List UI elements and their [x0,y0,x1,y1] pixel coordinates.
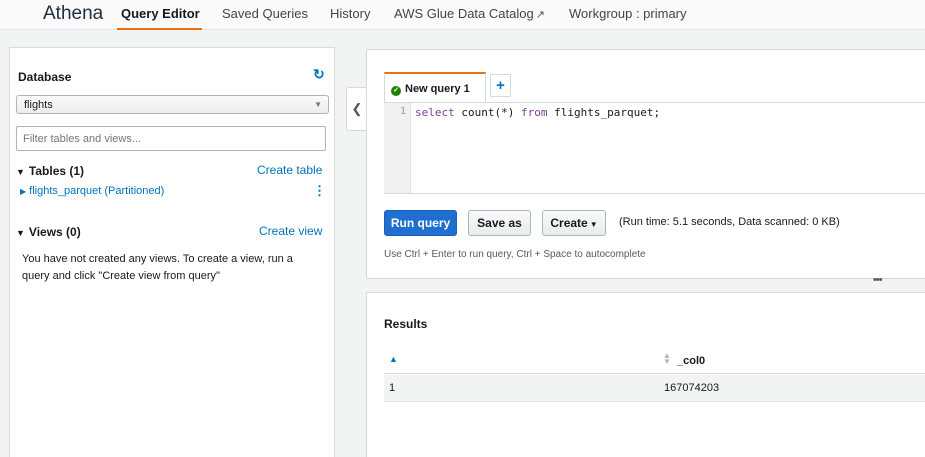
database-heading: Database [18,70,72,84]
database-sidebar: Database ↻ flights ▼ ▼Tables (1) Create … [9,47,335,457]
table-cell: 167074203 [664,382,720,394]
results-heading: Results [384,317,428,331]
no-views-message: You have not created any views. To creat… [22,253,293,282]
more-options-icon[interactable]: ⋮ [313,183,326,199]
sql-code-line: select count(*) from flights_parquet; [415,106,660,119]
views-section-toggle[interactable]: ▼ Views (0) [16,225,81,239]
app-brand: Athena [43,3,104,24]
chevron-down-icon: ▼ [589,220,598,229]
caret-down-icon: ▼ [16,228,25,238]
create-table-link[interactable]: Create table [257,163,322,177]
resize-handle-icon[interactable]: ••• [873,274,883,286]
run-query-button[interactable]: Run query [384,210,457,236]
add-query-tab-button[interactable]: + [490,74,511,97]
tab-glue-data-catalog[interactable]: AWS Glue Data Catalog ↗ [394,6,545,21]
glue-catalog-label: AWS Glue Data Catalog [394,6,534,21]
tab-history[interactable]: History [330,6,370,21]
sql-text: count(*) [454,106,521,119]
column-header[interactable]: _col0 [677,355,705,367]
run-stats: (Run time: 5.1 seconds, Data scanned: 0 … [619,216,840,228]
database-select-value: flights [24,99,53,111]
refresh-icon[interactable]: ↻ [313,66,325,83]
table-item[interactable]: ▶ flights_parquet (Partitioned) [20,185,164,197]
active-tab-indicator [117,28,202,30]
line-number: 1 [384,103,411,193]
sql-editor[interactable]: 1 select count(*) from flights_parquet; [384,102,925,194]
results-panel: Results ▲ ▲ ▼ _col0 1 167074203 [366,292,925,457]
views-heading: Views (0) [28,225,81,239]
save-as-button[interactable]: Save as [468,210,531,236]
tables-heading: Tables (1) [28,164,85,178]
sql-text: flights_parquet; [547,106,661,119]
top-nav: Athena Query Editor Saved Queries Histor… [0,0,925,30]
collapse-sidebar-button[interactable]: ❮ [346,87,368,131]
filter-tables-input[interactable] [16,126,326,151]
query-tab-label: New query 1 [405,83,470,95]
create-label: Create [550,216,588,230]
sql-keyword: from [520,106,548,119]
sort-ascending-icon[interactable]: ▲ [389,354,398,364]
create-dropdown-button[interactable]: Create ▼ [542,210,606,236]
database-select[interactable]: flights ▼ [16,95,329,114]
check-circle-icon: ✓ [391,86,401,96]
chevron-left-icon: ❮ [351,101,363,116]
caret-down-icon: ▼ [16,167,25,177]
tab-saved-queries[interactable]: Saved Queries [222,6,308,21]
chevron-down-icon: ▼ [314,100,322,109]
sql-keyword: select [415,106,455,119]
tab-query-editor[interactable]: Query Editor [121,6,200,21]
tables-section-toggle[interactable]: ▼ Tables (1) [16,164,84,178]
keyboard-hint: Use Ctrl + Enter to run query, Ctrl + Sp… [384,249,646,260]
create-view-link[interactable]: Create view [259,224,322,238]
table-item-label: flights_parquet (Partitioned) [29,185,165,197]
results-table-header: ▲ ▲ ▼ _col0 [384,347,925,374]
table-row: 1 167074203 [384,375,925,402]
row-number: 1 [389,382,396,394]
caret-right-icon: ▶ [20,187,27,196]
sort-icon[interactable]: ▲ ▼ [663,352,671,366]
query-editor-panel: ✓ New query 1 + 1 select count(*) from fl… [366,49,925,279]
query-tab[interactable]: ✓ New query 1 [384,72,486,102]
external-link-icon: ↗ [535,9,545,21]
tab-workgroup[interactable]: Workgroup : primary [569,6,687,21]
